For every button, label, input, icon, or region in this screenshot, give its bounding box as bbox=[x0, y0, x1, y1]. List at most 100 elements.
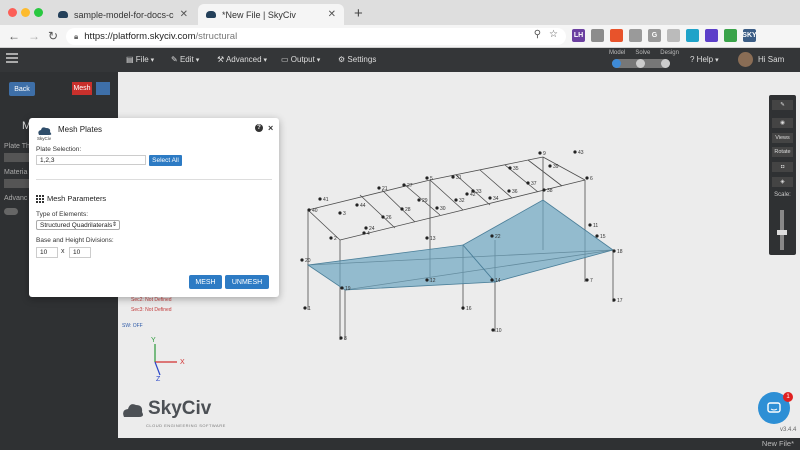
self-weight-status: SW: OFF bbox=[122, 323, 143, 329]
node-point[interactable] bbox=[364, 226, 368, 230]
node-label: 6 bbox=[590, 176, 593, 182]
node-label: 31 bbox=[456, 175, 462, 181]
node-point[interactable] bbox=[425, 236, 429, 240]
node-point[interactable] bbox=[377, 186, 381, 190]
axis-x-label: X bbox=[180, 359, 185, 366]
node-label: 44 bbox=[360, 203, 366, 209]
node-label: 30 bbox=[440, 206, 446, 212]
node-point[interactable] bbox=[490, 234, 494, 238]
node-point[interactable] bbox=[461, 306, 465, 310]
node-label: 22 bbox=[495, 234, 501, 240]
mesh-button[interactable]: MESH bbox=[189, 275, 222, 289]
node-point[interactable] bbox=[548, 164, 552, 168]
node-point[interactable] bbox=[362, 231, 366, 235]
node-point[interactable] bbox=[339, 336, 343, 340]
node-point[interactable] bbox=[329, 236, 333, 240]
node-point[interactable] bbox=[526, 181, 530, 185]
node-point[interactable] bbox=[612, 298, 616, 302]
help-icon[interactable]: ? bbox=[255, 124, 263, 132]
node-label: 28 bbox=[405, 207, 411, 213]
node-label: 12 bbox=[430, 278, 436, 284]
dialog-title: Mesh Plates bbox=[58, 125, 103, 134]
node-label: 29 bbox=[422, 198, 428, 204]
node-label: 7 bbox=[590, 278, 593, 284]
node-point[interactable] bbox=[381, 215, 385, 219]
node-point[interactable] bbox=[340, 286, 344, 290]
node-point[interactable] bbox=[595, 234, 599, 238]
node-label: 32 bbox=[459, 198, 465, 204]
node-label: 1 bbox=[308, 306, 311, 312]
rotate-button[interactable]: Rotate bbox=[772, 147, 793, 157]
node-label: 38 bbox=[547, 188, 553, 194]
axis-triad: Y X Z bbox=[151, 337, 185, 383]
element-type-label: Type of Elements: bbox=[36, 211, 89, 218]
node-label: 37 bbox=[531, 181, 537, 187]
close-icon[interactable]: × bbox=[268, 123, 273, 133]
node-point[interactable] bbox=[542, 188, 546, 192]
node-point[interactable] bbox=[425, 176, 429, 180]
node-point[interactable] bbox=[454, 198, 458, 202]
node-point[interactable] bbox=[507, 189, 511, 193]
node-point[interactable] bbox=[588, 223, 592, 227]
times-symbol: x bbox=[61, 248, 65, 255]
node-point[interactable] bbox=[425, 278, 429, 282]
node-label: 3 bbox=[343, 211, 346, 217]
select-all-button[interactable]: Select All bbox=[149, 155, 182, 166]
node-point[interactable] bbox=[303, 306, 307, 310]
pencil-icon[interactable]: ✎ bbox=[772, 100, 793, 110]
status-bar: New File* bbox=[0, 438, 800, 450]
node-point[interactable] bbox=[465, 192, 469, 196]
node-label: 35 bbox=[513, 166, 519, 172]
node-point[interactable] bbox=[491, 328, 495, 332]
node-label: 14 bbox=[495, 278, 501, 284]
node-point[interactable] bbox=[508, 166, 512, 170]
notification-badge: 1 bbox=[783, 392, 793, 402]
node-point[interactable] bbox=[318, 197, 322, 201]
node-point[interactable] bbox=[612, 249, 616, 253]
dialog-logo-text: SkyCiv bbox=[37, 136, 52, 141]
divisions-label: Base and Height Divisions: bbox=[36, 237, 114, 244]
node-point[interactable] bbox=[585, 278, 589, 282]
element-type-select[interactable]: Structured Quadrilaterals ⇕ bbox=[36, 220, 120, 230]
node-label: 8 bbox=[344, 336, 347, 342]
render-icon[interactable]: ◈ bbox=[772, 177, 793, 187]
node-point[interactable] bbox=[338, 211, 342, 215]
node-label: 39 bbox=[553, 164, 559, 170]
node-label: 27 bbox=[407, 183, 413, 189]
node-point[interactable] bbox=[400, 207, 404, 211]
chat-icon bbox=[767, 402, 781, 413]
height-divisions-input[interactable] bbox=[69, 247, 91, 258]
unmesh-button[interactable]: UNMESH bbox=[225, 275, 269, 289]
view-toolbar: ✎ ◉ Views Rotate ◘ ◈ Scale: bbox=[769, 95, 796, 255]
node-point[interactable] bbox=[417, 198, 421, 202]
node-point[interactable] bbox=[402, 183, 406, 187]
views-button[interactable]: Views bbox=[772, 133, 793, 143]
node-point[interactable] bbox=[435, 206, 439, 210]
node-label: 17 bbox=[617, 298, 623, 304]
mesh-parameters-heading: Mesh Parameters bbox=[36, 194, 106, 203]
node-point[interactable] bbox=[585, 176, 589, 180]
node-point[interactable] bbox=[538, 151, 542, 155]
node-label: 16 bbox=[466, 306, 472, 312]
node-label: 19 bbox=[345, 286, 351, 292]
node-point[interactable] bbox=[573, 150, 577, 154]
node-label: 21 bbox=[382, 186, 388, 192]
eye-icon[interactable]: ◉ bbox=[772, 118, 793, 128]
plates[interactable] bbox=[306, 199, 614, 291]
node-point[interactable] bbox=[300, 258, 304, 262]
camera-icon[interactable]: ◘ bbox=[772, 162, 793, 172]
node-label: 42 bbox=[470, 192, 476, 198]
node-label: 11 bbox=[593, 223, 598, 229]
node-point[interactable] bbox=[355, 203, 359, 207]
logo-subtitle: CLOUD ENGINEERING SOFTWARE bbox=[146, 423, 226, 428]
node-point[interactable] bbox=[488, 196, 492, 200]
scale-slider-handle[interactable] bbox=[777, 230, 787, 235]
node-label: 10 bbox=[496, 328, 502, 334]
node-point[interactable] bbox=[307, 208, 311, 212]
base-divisions-input[interactable] bbox=[36, 247, 58, 258]
node-label: 41 bbox=[323, 197, 329, 203]
node-point[interactable] bbox=[451, 175, 455, 179]
file-status: New File* bbox=[761, 439, 794, 448]
node-point[interactable] bbox=[490, 278, 494, 282]
plate-selection-input[interactable] bbox=[36, 155, 146, 165]
